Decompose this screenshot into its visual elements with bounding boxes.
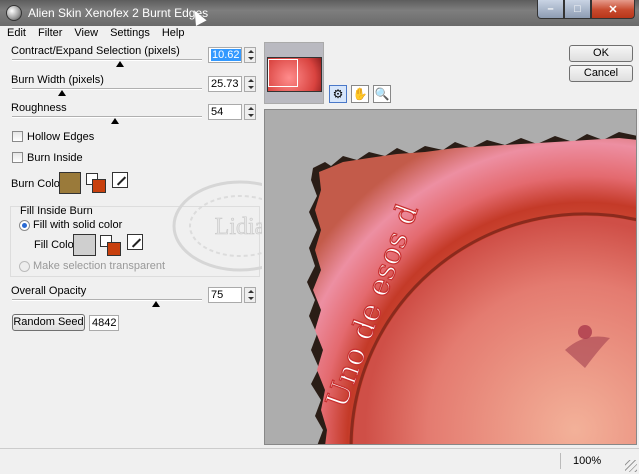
menu-view[interactable]: View — [67, 26, 103, 40]
contract-spinner[interactable] — [244, 47, 256, 63]
burn-color-swatch[interactable] — [59, 172, 81, 194]
contract-input[interactable]: 10.62 — [208, 47, 242, 63]
orange-color-chip[interactable] — [92, 179, 106, 193]
roughness-label: Roughness — [11, 102, 67, 114]
hollow-edges-label: Hollow Edges — [27, 131, 95, 143]
roughness-spinner[interactable] — [244, 104, 256, 120]
preview-area: ⚙ ✋ 🔍 OK Cancel Uno de esos d — [262, 41, 639, 448]
cancel-button[interactable]: Cancel — [569, 65, 633, 82]
hand-icon[interactable]: ✋ — [351, 85, 369, 103]
minimize-button[interactable]: – — [537, 0, 564, 19]
roughness-slider-thumb[interactable] — [111, 118, 119, 124]
plugin-window: Alien Skin Xenofex 2 Burnt Edges – □ ✕ E… — [0, 0, 639, 474]
burn-width-input[interactable]: 25.73 — [208, 76, 242, 92]
random-seed-input[interactable]: 4842 — [89, 315, 119, 331]
menu-edit[interactable]: Edit — [0, 26, 31, 40]
fill-color-label: Fill Color — [34, 239, 78, 251]
maximize-button[interactable]: □ — [564, 0, 591, 19]
title-bar[interactable]: Alien Skin Xenofex 2 Burnt Edges – □ ✕ — [0, 0, 639, 26]
compare-icon[interactable]: ⚙ — [329, 85, 347, 103]
settings-panel: Contract/Expand Selection (pixels) 10.62… — [0, 41, 308, 448]
zoom-level: 100% — [560, 453, 620, 469]
burn-width-slider[interactable] — [12, 88, 202, 90]
navigator-thumbnail[interactable] — [264, 42, 324, 104]
menu-help[interactable]: Help — [155, 26, 190, 40]
opacity-slider[interactable] — [12, 299, 202, 301]
fill-orange-chip[interactable] — [107, 242, 121, 256]
menu-bar: Edit Filter View Settings Help — [0, 26, 639, 40]
burn-inside-label: Burn Inside — [27, 152, 83, 164]
make-transparent-label: Make selection transparent — [33, 260, 166, 272]
resize-grip[interactable] — [625, 460, 637, 472]
close-button[interactable]: ✕ — [591, 0, 635, 19]
ok-button[interactable]: OK — [569, 45, 633, 62]
caption-buttons: – □ ✕ — [537, 0, 635, 20]
preview-image: Uno de esos d — [307, 132, 636, 444]
window-title: Alien Skin Xenofex 2 Burnt Edges — [28, 6, 209, 20]
roughness-input[interactable]: 54 — [208, 104, 242, 120]
menu-filter[interactable]: Filter — [31, 26, 67, 40]
opacity-spinner[interactable] — [244, 287, 256, 303]
burn-width-spinner[interactable] — [244, 76, 256, 92]
thumbnail-viewport[interactable] — [268, 59, 298, 87]
opacity-label: Overall Opacity — [11, 285, 87, 297]
fill-solid-label: Fill with solid color — [33, 219, 123, 231]
make-transparent-radio[interactable] — [19, 261, 30, 272]
svg-text:Lidia: Lidia — [215, 214, 266, 240]
contract-label: Contract/Expand Selection (pixels) — [11, 45, 180, 57]
contract-slider[interactable] — [12, 59, 202, 61]
burn-width-label: Burn Width (pixels) — [11, 74, 104, 86]
fill-solid-radio[interactable] — [19, 220, 30, 231]
burn-eyedropper-icon[interactable] — [112, 172, 128, 188]
zoom-icon[interactable]: 🔍 — [373, 85, 391, 103]
roughness-slider[interactable] — [12, 116, 202, 118]
burn-inside-checkbox[interactable] — [12, 152, 23, 163]
fill-eyedropper-icon[interactable] — [127, 234, 143, 250]
burn-width-slider-thumb[interactable] — [58, 90, 66, 96]
status-bar: 100% — [0, 448, 639, 474]
fill-color-swatch[interactable] — [73, 234, 96, 256]
random-seed-button[interactable]: Random Seed — [12, 314, 85, 331]
app-icon — [6, 5, 22, 21]
hollow-edges-checkbox[interactable] — [12, 131, 23, 142]
opacity-slider-thumb[interactable] — [152, 301, 160, 307]
image-preview[interactable]: Uno de esos d — [264, 109, 637, 445]
menu-settings[interactable]: Settings — [103, 26, 155, 40]
contract-slider-thumb[interactable] — [116, 61, 124, 67]
fill-inside-label: Fill Inside Burn — [20, 205, 93, 217]
burn-color-label: Burn Color — [11, 178, 64, 190]
opacity-input[interactable]: 75 — [208, 287, 242, 303]
